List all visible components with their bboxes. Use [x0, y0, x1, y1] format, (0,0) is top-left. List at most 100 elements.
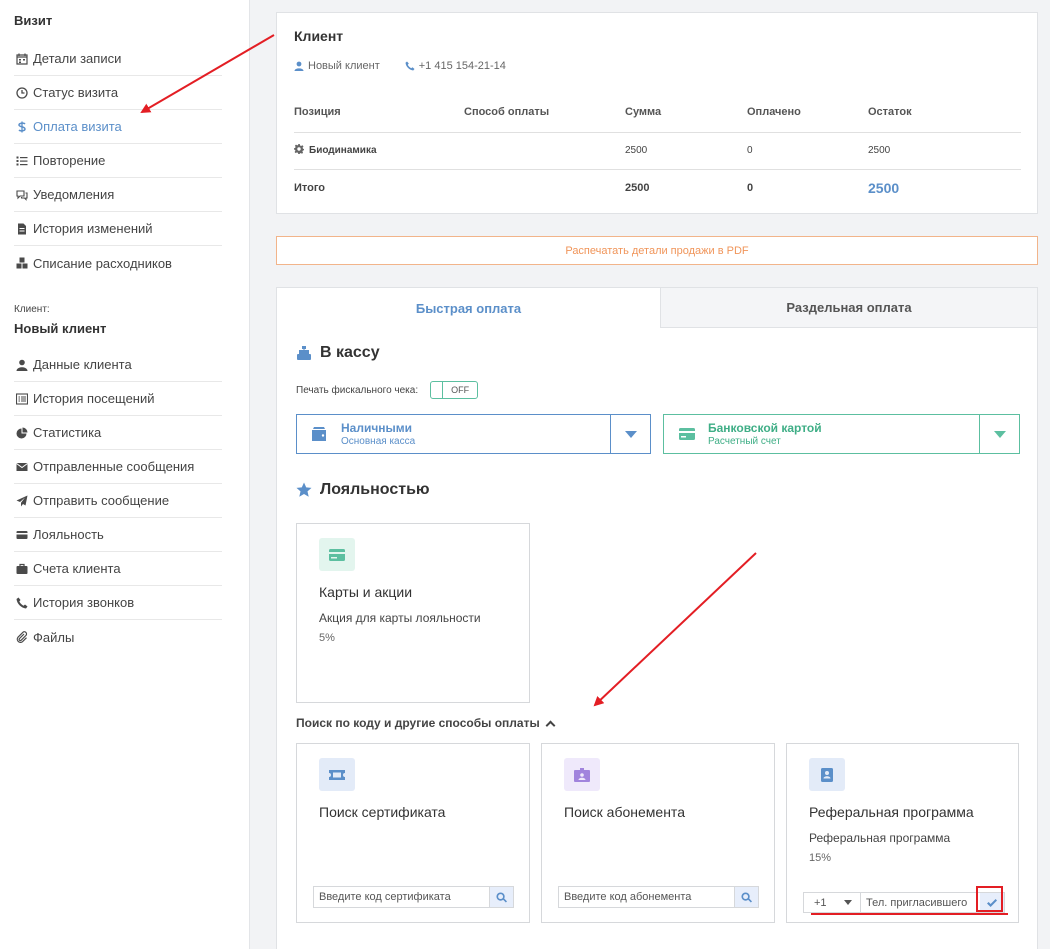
loyalty-tile-percent: 5%	[319, 632, 335, 644]
referral-confirm-button[interactable]	[980, 893, 1004, 912]
sidebar-item-label: История звонков	[33, 595, 135, 610]
client-name: Новый клиент	[14, 321, 107, 336]
certificate-code-input[interactable]: Введите код сертификата	[314, 887, 489, 907]
sidebar-item-clock[interactable]: Статус визита	[14, 76, 222, 110]
sidebar-item-calendar[interactable]: Детали записи	[14, 42, 222, 76]
certificate-search-button[interactable]	[489, 887, 513, 907]
certificate-title: Поиск сертификата	[319, 804, 446, 820]
sidebar-item-list-alt[interactable]: История посещений	[14, 382, 222, 416]
col-paid: Оплачено	[747, 92, 868, 133]
calendar-icon	[16, 53, 28, 65]
sidebar-item-label: Данные клиента	[33, 357, 132, 372]
sidebar-item-label: Статистика	[33, 425, 102, 440]
total-remaining: 2500	[868, 179, 900, 196]
phone-country-code-select[interactable]: +1	[804, 893, 861, 912]
sidebar-item-user[interactable]: Данные клиента	[14, 348, 222, 382]
tab-quick-payment[interactable]: Быстрая оплата	[277, 288, 661, 328]
paper-plane-icon	[16, 495, 28, 507]
caret-down-icon	[993, 430, 1006, 438]
print-pdf-button[interactable]: Распечатать детали продажи в PDF	[276, 236, 1038, 265]
cash-payment-button[interactable]: Наличными Основная касса	[296, 414, 651, 454]
sidebar-item-paperclip[interactable]: Файлы	[14, 620, 222, 654]
referral-tile: Реферальная программа Реферальная програ…	[786, 743, 1019, 923]
sidebar-item-pie-chart[interactable]: Статистика	[14, 416, 222, 450]
clock-icon	[16, 86, 28, 99]
check-icon	[987, 898, 997, 907]
sidebar-item-list[interactable]: Повторение	[14, 144, 222, 178]
card-title: Банковской картой	[708, 421, 822, 435]
list-icon	[16, 155, 28, 167]
sidebar-item-label: История посещений	[33, 391, 155, 406]
sidebar-item-label: Детали записи	[33, 51, 122, 66]
search-icon	[496, 891, 507, 903]
credit-card-icon	[16, 529, 28, 541]
sidebar-item-label: Отправленные сообщения	[33, 459, 195, 474]
sidebar-item-comments[interactable]: Уведомления	[14, 178, 222, 212]
briefcase-icon	[16, 563, 28, 575]
address-card-icon	[809, 758, 845, 791]
loyalty-tile-title: Карты и акции	[319, 584, 413, 600]
client-card: Клиент Новый клиент +1 415 154-21-14 Поз…	[276, 12, 1038, 214]
sidebar-item-dollar[interactable]: Оплата визита	[14, 110, 222, 144]
sidebar-item-envelope[interactable]: Отправленные сообщения	[14, 450, 222, 484]
sidebar-item-credit-card[interactable]: Лояльность	[14, 518, 222, 552]
cash-dropdown-toggle[interactable]	[610, 415, 650, 453]
sidebar-item-cubes[interactable]: Списание расходников	[14, 246, 222, 280]
fiscal-label: Печать фискального чека:	[296, 384, 419, 396]
paperclip-icon	[16, 631, 28, 643]
user-icon	[294, 61, 304, 71]
sidebar-item-label: Отправить сообщение	[33, 493, 170, 508]
sidebar-item-paper-plane[interactable]: Отправить сообщение	[14, 484, 222, 518]
file-icon	[16, 223, 28, 235]
payment-table: Позиция Способ оплаты Сумма Оплачено Ост…	[294, 92, 1021, 206]
card-dropdown-toggle[interactable]	[979, 415, 1019, 453]
cash-subtitle: Основная касса	[341, 436, 416, 447]
sidebar-item-label: Файлы	[33, 629, 75, 645]
loyalty-cards-tile[interactable]: Карты и акции Акция для карты лояльности…	[296, 523, 530, 703]
toggle-knob	[431, 382, 444, 398]
certificate-tile: Поиск сертификата Введите код сертификат…	[296, 743, 530, 923]
search-icon	[741, 891, 752, 903]
fiscal-toggle[interactable]: OFF	[430, 381, 479, 399]
sidebar-item-file[interactable]: История изменений	[14, 212, 222, 246]
certificate-search: Введите код сертификата	[313, 886, 514, 908]
gear-icon	[294, 144, 304, 157]
subscription-tile: Поиск абонемента Введите код абонемента	[541, 743, 775, 923]
client-card-title: Клиент	[294, 28, 344, 44]
tab-split-payment[interactable]: Раздельная оплата	[661, 288, 1037, 328]
sidebar-item-briefcase[interactable]: Счета клиента	[14, 552, 222, 586]
row-position: Биодинамика	[294, 132, 464, 170]
visit-section-title: Визит	[14, 13, 53, 28]
sidebar-item-label: Повторение	[33, 153, 106, 168]
col-method: Способ оплаты	[464, 92, 625, 133]
sidebar-item-label: Оплата визита	[33, 119, 122, 134]
total-paid: 0	[747, 181, 754, 194]
row-remaining: 2500	[868, 132, 1021, 170]
referrer-phone-input[interactable]: Тел. пригласившего	[861, 893, 980, 912]
total-sum: 2500	[625, 181, 650, 194]
other-methods-toggle[interactable]: Поиск по коду и другие способы оплаты	[296, 716, 556, 730]
sidebar-item-phone[interactable]: История звонков	[14, 586, 222, 620]
sidebar-item-label: Счета клиента	[33, 561, 121, 576]
toggle-state: OFF	[451, 385, 470, 395]
row-paid: 0	[747, 132, 868, 170]
user-icon	[16, 359, 28, 371]
caret-down-icon	[844, 900, 852, 905]
wallet-icon	[312, 427, 326, 441]
client-phone: +1 415 154-21-14	[418, 60, 506, 72]
envelope-icon	[16, 461, 28, 473]
row-sum: 2500	[625, 132, 747, 170]
card-payment-button[interactable]: Банковской картой Расчетный счет	[663, 414, 1020, 454]
col-position: Позиция	[294, 92, 464, 133]
loyalty-card-icon	[319, 538, 355, 571]
subscription-code-input[interactable]: Введите код абонемента	[559, 887, 734, 907]
ticket-icon	[319, 758, 355, 791]
subscription-search-button[interactable]	[734, 887, 758, 907]
row-method	[464, 132, 625, 170]
dollar-icon	[16, 121, 28, 133]
payment-panel: Быстрая оплата Раздельная оплата В кассу…	[276, 287, 1038, 949]
loyalty-tile-subtitle: Акция для карты лояльности	[319, 611, 481, 625]
col-sum: Сумма	[625, 92, 747, 133]
total-label: Итого	[294, 181, 326, 194]
cubes-icon	[16, 257, 28, 269]
